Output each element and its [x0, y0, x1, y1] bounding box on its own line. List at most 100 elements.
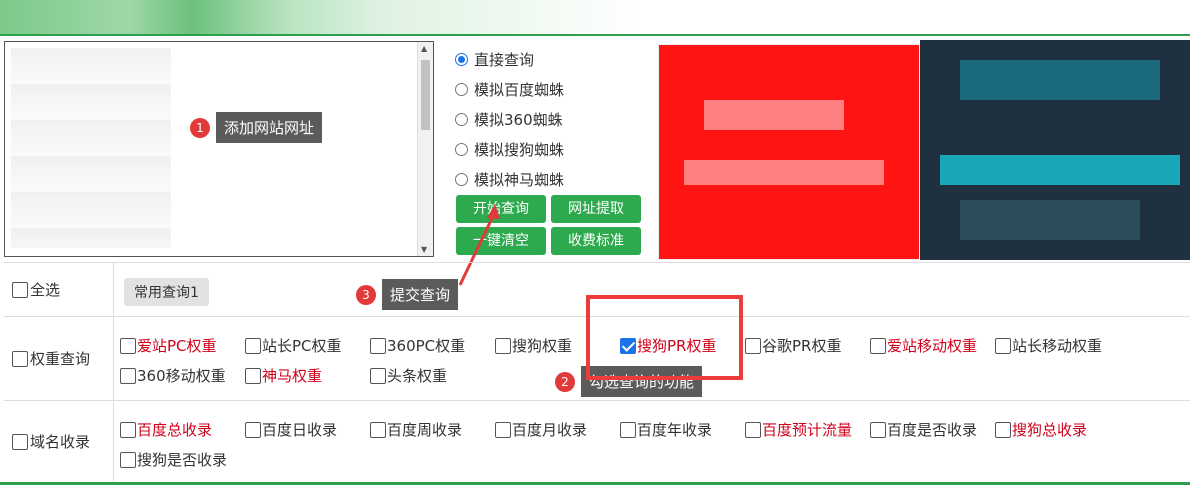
scroll-down-icon[interactable]: ▼	[421, 245, 427, 254]
option-toutiao-weight[interactable]: 头条权重	[370, 365, 447, 386]
option-label: 百度日收录	[262, 421, 338, 439]
mode-label: 模拟神马蜘蛛	[474, 170, 565, 189]
blurred-ad-image	[658, 44, 920, 260]
weight-query-cell[interactable]: 权重查询	[4, 317, 114, 400]
checkbox-icon[interactable]	[245, 337, 261, 354]
fee-standard-button[interactable]: 收费标准	[551, 227, 641, 255]
domain-index-title: 域名收录	[30, 433, 91, 451]
option-sogou-weight[interactable]: 搜狗权重	[495, 335, 572, 356]
radio-icon[interactable]	[455, 82, 468, 96]
row-domain-index: 域名收录 百度总收录 百度日收录 百度周收录 百度月收录 百度年收录 百度预计流…	[4, 401, 1190, 483]
option-google-pr-weight[interactable]: 谷歌PR权重	[745, 335, 841, 356]
option-label: 百度周收录	[387, 421, 463, 439]
top-banner	[0, 0, 1190, 36]
checkbox-icon[interactable]	[12, 350, 28, 367]
checkbox-icon[interactable]	[870, 337, 886, 354]
blurred-dark-image	[920, 40, 1190, 260]
annotation-add-url: 1 添加网站网址	[190, 112, 323, 143]
preset-common-query-tag[interactable]: 常用查询1	[124, 278, 209, 306]
option-label: 搜狗权重	[512, 337, 573, 355]
option-baidu-daily-index[interactable]: 百度日收录	[245, 419, 337, 440]
checkbox-icon[interactable]	[12, 433, 28, 450]
checkbox-icon[interactable]	[12, 281, 28, 298]
option-zhanzhang-mobile-weight[interactable]: 站长移动权重	[995, 335, 1102, 356]
checkbox-icon[interactable]	[745, 421, 761, 438]
radio-icon[interactable]	[455, 172, 468, 186]
option-baidu-total-index[interactable]: 百度总收录	[120, 419, 212, 440]
option-sogou-total-index[interactable]: 搜狗总收录	[995, 419, 1087, 440]
annotation-tooltip: 添加网站网址	[216, 112, 323, 143]
scroll-thumb[interactable]	[421, 60, 430, 130]
mode-360-spider[interactable]: 模拟360蜘蛛	[455, 104, 655, 134]
checkbox-icon[interactable]	[370, 337, 386, 354]
option-label: 360PC权重	[387, 337, 466, 355]
option-baidu-yearly-index[interactable]: 百度年收录	[620, 419, 712, 440]
url-extract-button[interactable]: 网址提取	[551, 195, 641, 223]
option-label: 搜狗是否收录	[137, 451, 228, 469]
weight-query-title: 权重查询	[30, 350, 91, 368]
checkbox-icon[interactable]	[870, 421, 886, 438]
radio-checked-icon[interactable]	[455, 52, 468, 66]
domain-index-cell[interactable]: 域名收录	[4, 401, 114, 482]
option-label: 爱站移动权重	[887, 337, 978, 355]
select-all-cell[interactable]: 全选	[4, 263, 114, 316]
checkbox-icon[interactable]	[120, 451, 136, 468]
option-label: 站长PC权重	[262, 337, 342, 355]
annotation-number-badge: 3	[356, 284, 376, 305]
blurred-url-list	[11, 48, 171, 248]
option-shenma-weight[interactable]: 神马权重	[245, 365, 322, 386]
blurred-text-block	[684, 160, 884, 185]
checkbox-icon[interactable]	[120, 367, 136, 384]
option-label: 百度总收录	[137, 421, 213, 439]
option-label: 百度是否收录	[887, 421, 978, 439]
mode-direct[interactable]: 直接查询	[455, 44, 655, 74]
radio-icon[interactable]	[455, 142, 468, 156]
blurred-banner	[0, 0, 640, 34]
mode-label: 直接查询	[474, 50, 535, 69]
option-baidu-estimated-traffic[interactable]: 百度预计流量	[745, 419, 852, 440]
option-label: 爱站PC权重	[137, 337, 217, 355]
radio-icon[interactable]	[455, 112, 468, 126]
mode-sogou-spider[interactable]: 模拟搜狗蜘蛛	[455, 134, 655, 164]
annotation-tooltip: 提交查询	[382, 279, 459, 310]
option-360-mobile-weight[interactable]: 360移动权重	[120, 365, 226, 386]
mode-label: 模拟百度蜘蛛	[474, 80, 565, 99]
checkbox-icon[interactable]	[370, 367, 386, 384]
mode-label: 模拟360蜘蛛	[474, 110, 563, 129]
checkbox-icon[interactable]	[995, 421, 1011, 438]
select-all-label: 全选	[30, 281, 61, 299]
option-baidu-monthly-index[interactable]: 百度月收录	[495, 419, 587, 440]
checkbox-icon[interactable]	[245, 367, 261, 384]
checkbox-icon[interactable]	[245, 421, 261, 438]
mode-shenma-spider[interactable]: 模拟神马蜘蛛	[455, 164, 655, 194]
checkbox-icon[interactable]	[370, 421, 386, 438]
option-aizhan-pc-weight[interactable]: 爱站PC权重	[120, 335, 217, 356]
option-baidu-is-indexed[interactable]: 百度是否收录	[870, 419, 977, 440]
checkbox-icon[interactable]	[120, 421, 136, 438]
checkbox-icon[interactable]	[120, 337, 136, 354]
option-zhanzhang-pc-weight[interactable]: 站长PC权重	[245, 335, 342, 356]
option-label: 头条权重	[387, 367, 448, 385]
option-sogou-is-indexed[interactable]: 搜狗是否收录	[120, 449, 227, 470]
option-aizhan-mobile-weight[interactable]: 爱站移动权重	[870, 335, 977, 356]
scroll-up-icon[interactable]: ▲	[421, 44, 427, 53]
blurred-block	[960, 60, 1160, 100]
checkbox-icon[interactable]	[620, 421, 636, 438]
option-label: 神马权重	[262, 367, 323, 385]
option-label: 百度预计流量	[762, 421, 853, 439]
url-input-textarea[interactable]: ▲ ▼	[4, 41, 434, 257]
option-label: 百度月收录	[512, 421, 588, 439]
blurred-block	[940, 155, 1180, 185]
option-label: 百度年收录	[637, 421, 713, 439]
blurred-text-block	[704, 100, 844, 130]
checkbox-icon[interactable]	[745, 337, 761, 354]
top-divider	[0, 34, 1190, 36]
checkbox-icon[interactable]	[995, 337, 1011, 354]
url-input-scrollbar[interactable]: ▲ ▼	[417, 42, 433, 256]
annotation-number-badge: 1	[190, 117, 210, 138]
option-baidu-weekly-index[interactable]: 百度周收录	[370, 419, 462, 440]
mode-baidu-spider[interactable]: 模拟百度蜘蛛	[455, 74, 655, 104]
option-360-pc-weight[interactable]: 360PC权重	[370, 335, 465, 356]
checkbox-icon[interactable]	[495, 337, 511, 354]
checkbox-icon[interactable]	[495, 421, 511, 438]
